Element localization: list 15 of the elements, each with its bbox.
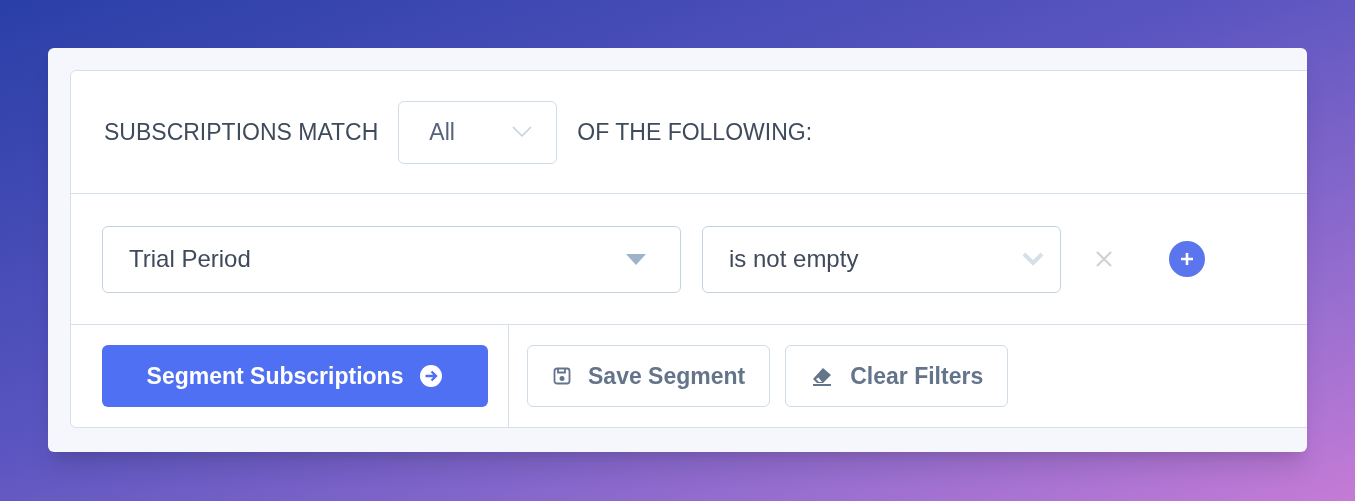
chevron-down-icon — [1022, 252, 1044, 266]
operator-select[interactable]: is not empty — [702, 225, 1061, 293]
match-label: SUBSCRIPTIONS MATCH — [104, 117, 379, 147]
caret-icon — [512, 126, 533, 138]
field-select[interactable]: Trial Period — [102, 225, 681, 293]
clear-filters-button[interactable]: Clear Filters — [785, 345, 1009, 407]
save-segment-button[interactable]: Save Segment — [527, 345, 771, 407]
segment-subscriptions-button[interactable]: Segment Subscriptions — [102, 345, 488, 407]
match-select[interactable]: All — [398, 100, 558, 164]
match-label: OF THE FOLLOWING: — [577, 117, 813, 147]
arrow-right-circle-icon — [419, 364, 444, 388]
add-filter-button[interactable] — [1169, 241, 1205, 277]
close-icon — [1095, 250, 1113, 268]
caret-icon — [626, 253, 646, 265]
plus-icon — [1180, 252, 1194, 266]
